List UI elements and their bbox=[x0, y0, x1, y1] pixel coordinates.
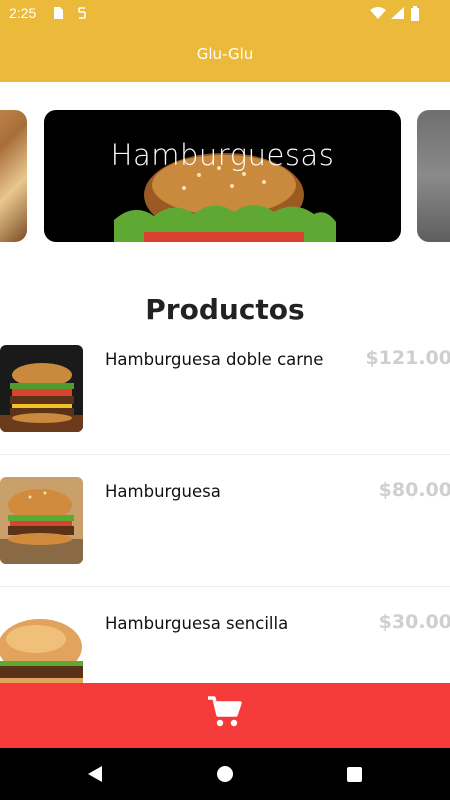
product-name: Hamburguesa bbox=[105, 482, 221, 501]
category-card-label: Hamburguesas bbox=[110, 138, 335, 172]
wifi-icon bbox=[370, 7, 386, 19]
recents-icon[interactable] bbox=[346, 764, 364, 784]
product-image bbox=[0, 345, 83, 432]
category-carousel[interactable]: Hamburguesas bbox=[0, 82, 450, 272]
notification-icon bbox=[78, 7, 86, 19]
product-price: $121.00 bbox=[365, 347, 450, 369]
category-card-pizza[interactable] bbox=[0, 110, 27, 242]
product-name: Hamburguesa doble carne bbox=[105, 350, 324, 369]
section-title: Productos bbox=[145, 293, 305, 326]
divider bbox=[0, 454, 450, 455]
cart-icon bbox=[208, 696, 242, 727]
divider bbox=[0, 586, 450, 587]
product-price: $30.00 bbox=[378, 611, 450, 633]
system-nav-bar bbox=[0, 748, 450, 800]
category-card-hamburguesas[interactable]: Hamburguesas bbox=[44, 110, 401, 242]
sim-card-icon bbox=[54, 7, 63, 19]
app-title: Glu-Glu bbox=[196, 45, 254, 63]
category-card-other[interactable] bbox=[417, 110, 450, 242]
cart-button[interactable] bbox=[0, 683, 450, 748]
product-name: Hamburguesa sencilla bbox=[105, 614, 289, 633]
back-icon[interactable] bbox=[86, 764, 104, 784]
product-price: $80.00 bbox=[378, 479, 450, 501]
signal-icon bbox=[391, 7, 404, 19]
battery-icon bbox=[411, 6, 419, 21]
app-bar: Glu-Glu bbox=[0, 28, 450, 82]
status-bar: 2:25 bbox=[0, 0, 450, 28]
home-icon[interactable] bbox=[216, 764, 234, 784]
product-image bbox=[0, 477, 83, 564]
status-time: 2:25 bbox=[9, 5, 37, 21]
